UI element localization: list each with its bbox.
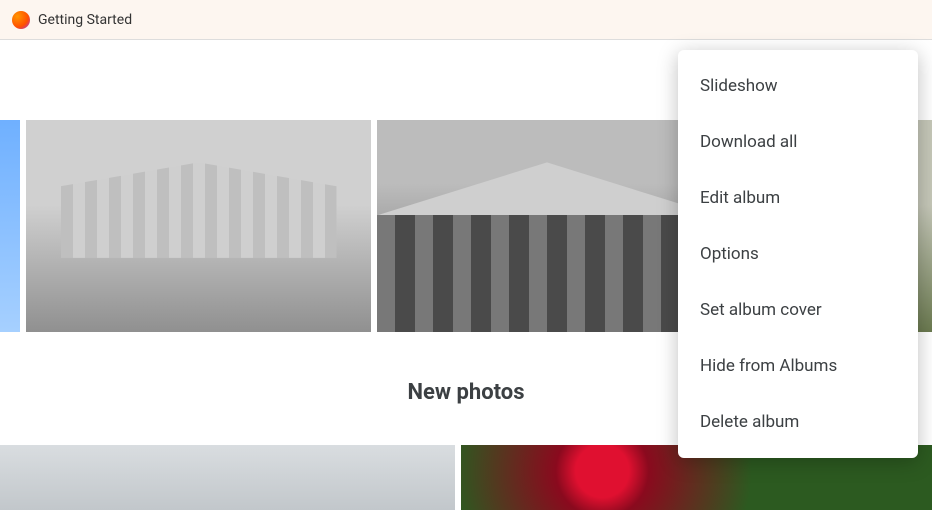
firefox-icon [12,11,30,29]
menu-item-download-all[interactable]: Download all [678,114,918,170]
menu-item-options[interactable]: Options [678,226,918,282]
photo-thumb[interactable] [0,445,455,510]
menu-item-delete-album[interactable]: Delete album [678,394,918,450]
menu-item-edit-album[interactable]: Edit album [678,170,918,226]
photo-thumb[interactable] [377,120,717,332]
bookmark-getting-started[interactable]: Getting Started [4,7,140,33]
bookmarks-toolbar: Getting Started [0,0,932,40]
photo-thumb[interactable] [26,120,371,332]
photo-thumb[interactable] [0,120,20,332]
menu-item-slideshow[interactable]: Slideshow [678,58,918,114]
bookmark-label: Getting Started [38,12,132,28]
menu-item-set-album-cover[interactable]: Set album cover [678,282,918,338]
menu-item-hide-from-albums[interactable]: Hide from Albums [678,338,918,394]
album-options-menu: Slideshow Download all Edit album Option… [678,50,918,458]
